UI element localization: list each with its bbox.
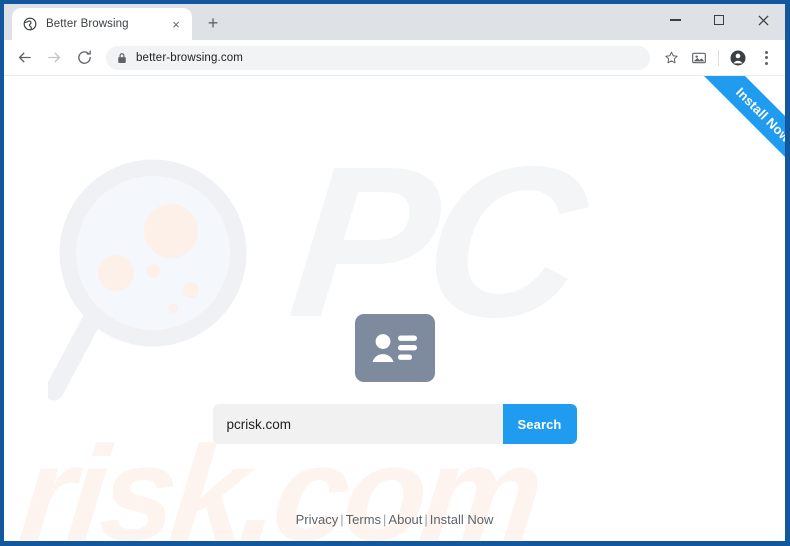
footer-link-terms[interactable]: Terms — [346, 512, 381, 527]
address-bar-url: better-browsing.com — [136, 51, 244, 64]
minimize-icon — [669, 19, 681, 21]
forward-arrow-icon — [47, 52, 60, 63]
footer-separator-2: | — [383, 512, 387, 527]
search-bar: Search — [212, 404, 577, 444]
footer-separator-3: | — [424, 512, 428, 527]
footer-link-install-now[interactable]: Install Now — [430, 512, 494, 527]
footer-link-privacy[interactable]: Privacy — [296, 512, 339, 527]
browser-window-frame: Better Browsing × + better-browsing.com … — [0, 0, 790, 546]
site-logo — [354, 314, 435, 382]
address-bar[interactable]: better-browsing.com — [106, 45, 650, 70]
install-ribbon-container: Install Now! — [681, 76, 785, 180]
padlock-icon — [117, 52, 128, 64]
tab-strip: Better Browsing × + — [4, 4, 785, 40]
image-extension-icon — [692, 52, 706, 63]
back-button[interactable] — [10, 44, 38, 72]
avatar-icon — [730, 50, 746, 65]
close-button[interactable] — [741, 4, 785, 36]
window-controls — [653, 4, 785, 36]
search-panel: Search — [4, 314, 785, 444]
toolbar-divider — [718, 49, 719, 66]
reload-button[interactable] — [70, 44, 98, 72]
extension-button[interactable] — [686, 45, 712, 71]
page-viewport: PC risk.com Install Now! pcrisk.com Sear… — [4, 76, 785, 541]
browser-menu-button[interactable] — [753, 45, 779, 71]
minimize-button[interactable] — [653, 4, 697, 36]
tab-better-browsing[interactable]: Better Browsing × — [12, 8, 192, 40]
browser-shell: Better Browsing × + better-browsing.com … — [4, 4, 785, 541]
back-arrow-icon — [18, 52, 31, 63]
close-icon — [757, 14, 769, 26]
maximize-button[interactable] — [697, 4, 741, 36]
tab-title: Better Browsing — [46, 18, 129, 30]
new-tab-button[interactable]: + — [200, 10, 226, 36]
profile-button[interactable] — [725, 45, 751, 71]
browser-toolbar: better-browsing.com — [4, 40, 785, 76]
forward-button[interactable] — [40, 44, 68, 72]
reload-icon — [77, 50, 91, 64]
maximize-icon — [714, 15, 724, 25]
footer-links: Privacy | Terms | About | Install Now — [4, 512, 785, 527]
globe-icon — [22, 16, 38, 32]
search-input[interactable] — [212, 404, 503, 444]
footer-separator-1: | — [340, 512, 344, 527]
search-button[interactable]: Search — [502, 404, 577, 444]
contact-card-icon — [372, 334, 417, 362]
bookmark-button[interactable] — [658, 45, 684, 71]
footer-link-about[interactable]: About — [388, 512, 422, 527]
install-now-ribbon[interactable]: Install Now! — [698, 76, 785, 180]
star-icon — [664, 51, 678, 64]
tab-close-icon[interactable]: × — [168, 16, 184, 32]
three-dot-menu-icon — [764, 50, 768, 65]
